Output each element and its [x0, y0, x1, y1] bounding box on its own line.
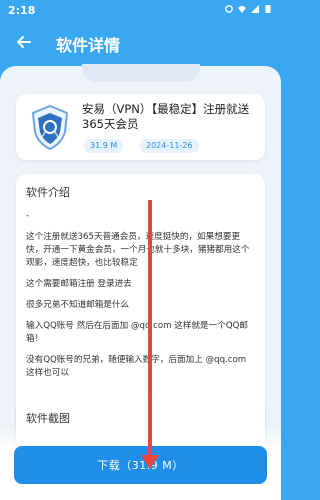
intro-line: - [26, 211, 30, 221]
intro-line: 这个注册就送365天普通会员，速度挺快的，如果想要更快，开通一下黄金会员，一个月… [26, 232, 250, 268]
intro-line: 输入QQ账号 然后在后面加 @qq.com 这样就是一个QQ邮箱！ [26, 321, 248, 344]
screenshot-title: 软件截图 [26, 412, 70, 425]
annotation-arrow-head [141, 455, 159, 469]
intro-line: 没有QQ账号的兄弟，随便输入数字，后面加上 @qq.com 这样也可以 [26, 355, 247, 378]
intro-text: - 这个注册就送365天普通会员，速度挺快的，如果想要更快，开通一下黄金会员，一… [26, 210, 254, 388]
date-badge: 2024-11-26 [140, 139, 199, 153]
battery-icon [265, 5, 271, 13]
intro-line: 很多兄弟不知道邮箱是什么 [26, 300, 130, 310]
settings-icon [225, 5, 233, 13]
app-name: 安易（VPN）【最稳定】注册就送365天会员 [82, 102, 250, 131]
wifi-icon [238, 6, 246, 13]
size-badge: 31.9 M [84, 139, 124, 153]
status-bar: 2:18 [0, 0, 281, 22]
status-time: 2:18 [8, 4, 36, 17]
signal-icon [251, 5, 259, 13]
back-arrow-icon[interactable] [14, 32, 34, 52]
annotation-arrow [148, 200, 152, 462]
intro-title: 软件介绍 [26, 186, 70, 199]
sheet-handle [82, 64, 200, 82]
app-bar: 软件详情 [0, 22, 281, 66]
app-info-card: 安易（VPN）【最稳定】注册就送365天会员 31.9 M 2024-11-26 [16, 94, 265, 160]
intro-line: 这个需要邮箱注册 登录进去 [26, 279, 132, 289]
app-logo-icon [24, 101, 76, 153]
page-title: 软件详情 [56, 36, 121, 55]
status-icons [224, 4, 273, 14]
